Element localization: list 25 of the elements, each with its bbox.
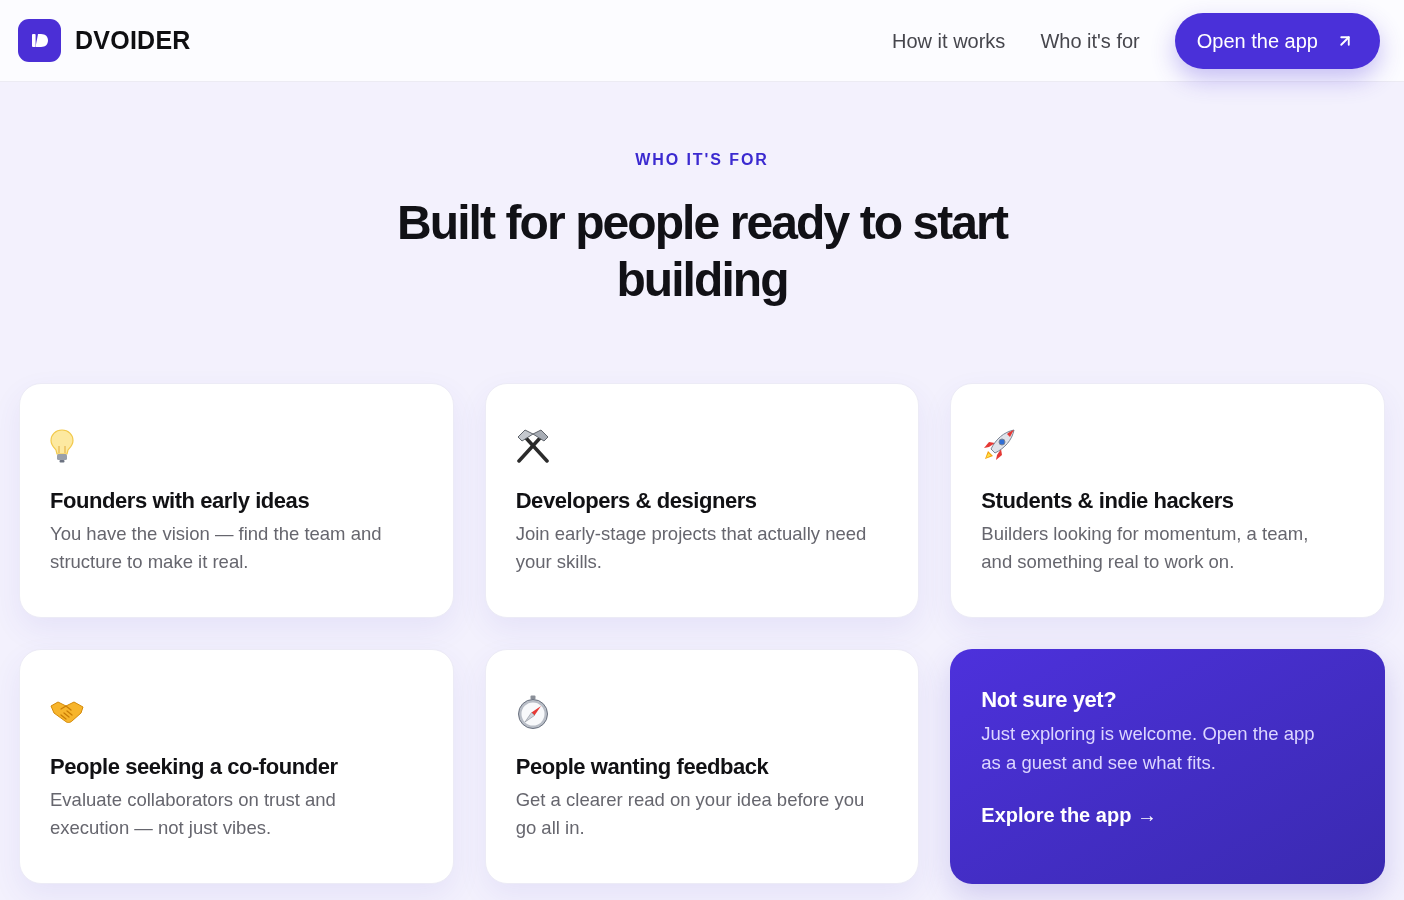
section-heading: Built for people ready to start building bbox=[396, 195, 1009, 308]
card-description: Just exploring is welcome. Open the app as a guest and see what fits. bbox=[981, 722, 1316, 775]
crossed-hammers-icon bbox=[515, 429, 550, 463]
card-title: People wanting feedback bbox=[515, 753, 770, 781]
brand-name: DVOIDER bbox=[75, 24, 191, 56]
card-title: Students & indie hackers bbox=[981, 487, 1235, 515]
compass-icon bbox=[515, 695, 550, 729]
card-description: Get a clearer read on your idea before you go all in. bbox=[515, 788, 866, 840]
card-description: Join early-stage projects that actually need your skills. bbox=[515, 522, 868, 574]
logo-icon bbox=[18, 19, 61, 62]
handshake-icon bbox=[50, 700, 84, 724]
rocket-icon bbox=[981, 429, 1016, 463]
explore-link[interactable]: Explore the app → bbox=[981, 801, 1157, 829]
card-title: Founders with early ideas bbox=[50, 487, 311, 515]
lightbulb-icon bbox=[50, 429, 74, 463]
card-description: Builders looking for momentum, a team, and something real to work on. bbox=[981, 522, 1310, 574]
card-description: You have the vision — find the team and structure to make it real. bbox=[50, 522, 383, 574]
card-description: Evaluate collaborators on trust and execution — not just vibes. bbox=[50, 788, 337, 840]
section-eyebrow: WHO IT'S FOR bbox=[635, 150, 769, 170]
card-title: Developers & designers bbox=[515, 487, 758, 515]
card-title: People seeking a co-founder bbox=[50, 753, 339, 781]
card-title: Not sure yet? bbox=[981, 686, 1118, 714]
open-app-button[interactable]: Open the app bbox=[1174, 12, 1380, 69]
nav-link[interactable]: Who it's for bbox=[1040, 25, 1140, 56]
nav-link[interactable]: How it works bbox=[892, 25, 1006, 56]
